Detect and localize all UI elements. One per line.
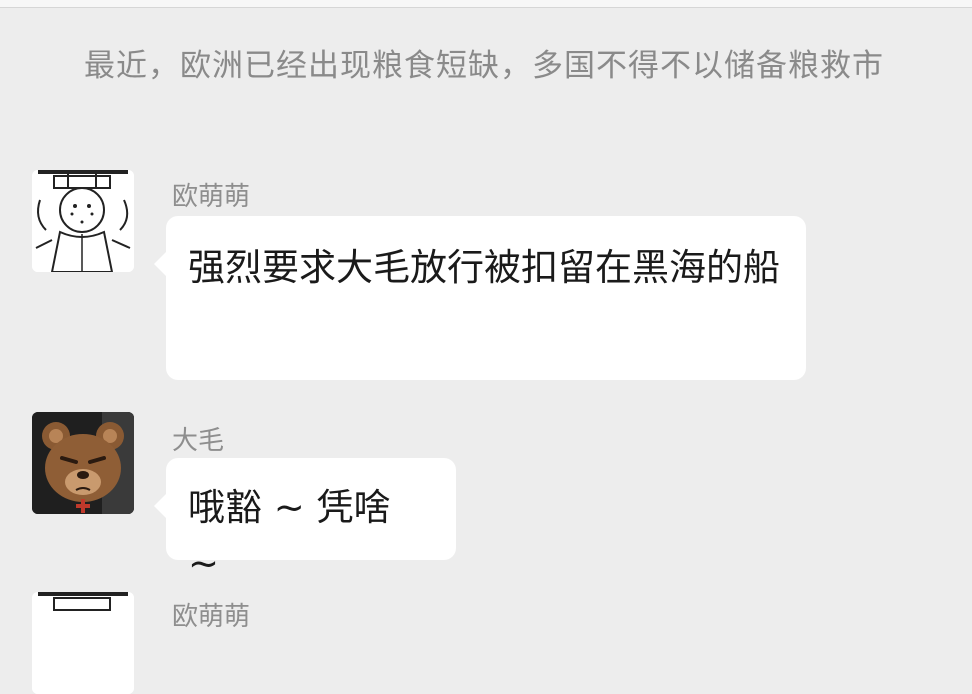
top-divider (0, 0, 972, 8)
message-bubble[interactable]: 哦豁 ~ 凭啥 ~ (154, 458, 456, 585)
doodle-character-avatar-icon (32, 592, 134, 694)
bear-avatar-icon (32, 412, 134, 514)
sender-name: 欧萌萌 (172, 182, 251, 212)
message-bubble[interactable]: 强烈要求大毛放行被扣留在黑海的船 (154, 216, 806, 380)
avatar[interactable] (32, 592, 134, 694)
sender-name: 欧萌萌 (172, 602, 251, 632)
doodle-character-avatar-icon (32, 170, 134, 272)
system-message: 最近，欧洲已经出现粮食短缺，多国不得不以储备粮救市 (84, 48, 884, 84)
message-text: 哦豁 ~ 凭啥 ~ (188, 486, 391, 585)
avatar[interactable] (32, 170, 134, 272)
sender-name: 大毛 (172, 426, 225, 456)
message-text: 强烈要求大毛放行被扣留在黑海的船 (188, 246, 780, 289)
avatar[interactable] (32, 412, 134, 514)
